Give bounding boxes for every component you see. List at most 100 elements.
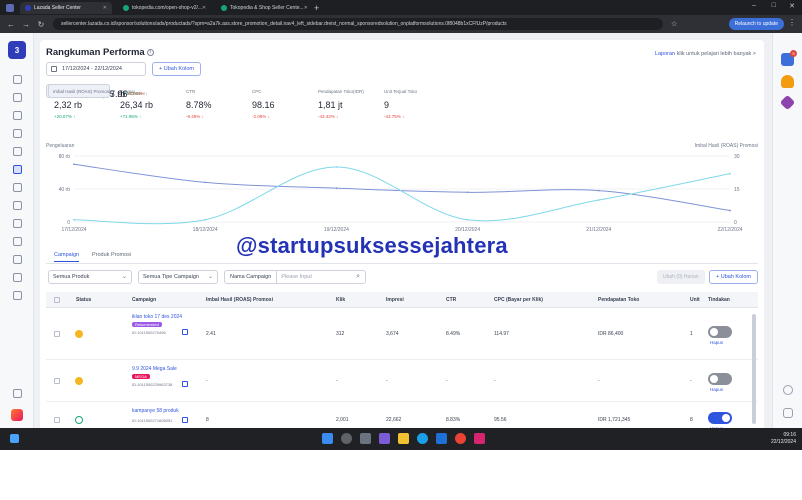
col-ctr[interactable]: CTR: [446, 297, 456, 303]
analytics-icon[interactable]: [13, 273, 22, 282]
system-clock[interactable]: 09:16 22/12/2024: [771, 432, 796, 446]
campaign-name-link[interactable]: kampanye 58 produk: [132, 408, 179, 414]
search-input[interactable]: Please Input: [277, 274, 312, 280]
table-row[interactable]: 9.9 2024 Mega Sale MEGA ID:101150022596373…: [46, 360, 758, 402]
search-field-select[interactable]: Nama Campaign: [225, 271, 278, 283]
metric-tile[interactable]: Imbal Hasil (ROAS) Promosi 7.96 -63.64% ↓: [48, 84, 148, 99]
tab-campaign[interactable]: Campaign: [54, 252, 80, 262]
window-menu-icon[interactable]: [6, 3, 14, 12]
chrome-icon[interactable]: [455, 433, 466, 444]
back-icon[interactable]: ←: [7, 20, 15, 29]
account-icon[interactable]: [13, 291, 22, 300]
col-impresi[interactable]: Impresi: [386, 297, 404, 303]
col-pendapatan[interactable]: Pendapatan Toko: [598, 297, 639, 303]
copy-icon[interactable]: [182, 417, 188, 423]
campaign-toggle[interactable]: [708, 373, 732, 385]
reload-icon[interactable]: ↻: [37, 20, 45, 29]
metric-tile[interactable]: CTR 8.78% -9.49% ↓: [182, 84, 244, 128]
tab-produk-promosi[interactable]: Produk Promosi: [92, 252, 131, 258]
report-link-label[interactable]: Laporan: [655, 51, 675, 57]
hapus-link[interactable]: Hapus: [710, 387, 723, 392]
ubah-harian-button[interactable]: Ubah (0) Harian: [657, 270, 705, 284]
campaign-toggle[interactable]: [708, 412, 732, 424]
lazada-app-icon[interactable]: [11, 409, 23, 421]
widgets-icon[interactable]: [10, 434, 19, 443]
bookmark-star-icon[interactable]: ☆: [671, 20, 677, 28]
campaign-name-link[interactable]: 9.9 2024 Mega Sale: [132, 366, 177, 372]
select-all-checkbox[interactable]: [54, 297, 60, 303]
search-taskbar-icon[interactable]: [341, 433, 352, 444]
copy-icon[interactable]: [182, 329, 188, 335]
row-checkbox[interactable]: [54, 331, 60, 337]
lazada-logo[interactable]: 3: [8, 41, 26, 59]
notification-bell-icon[interactable]: [781, 75, 794, 88]
table-row[interactable]: kampanye 58 produk ID:1011500271608051 8 2,…: [46, 402, 758, 430]
close-tab-icon[interactable]: ✕: [103, 5, 107, 11]
sponsored-solutions-icon[interactable]: [13, 165, 22, 174]
minimize-button[interactable]: –: [752, 2, 756, 9]
table-row[interactable]: iklan toko 17 des 2024 Rekomended ID:10115…: [46, 308, 758, 360]
collapse-sidebar-icon[interactable]: [13, 389, 22, 398]
col-roas[interactable]: Imbal Hasil (ROAS) Promosi: [206, 297, 273, 303]
hapus-link[interactable]: Hapus: [710, 340, 723, 345]
copy-icon[interactable]: [182, 381, 188, 387]
col-campaign[interactable]: Campaign: [132, 297, 156, 303]
orders-icon[interactable]: [13, 93, 22, 102]
marketing-icon[interactable]: [13, 147, 22, 156]
teams-icon[interactable]: [379, 433, 390, 444]
instagram-icon[interactable]: [474, 433, 485, 444]
messages-icon[interactable]: 9: [781, 50, 797, 66]
ubah-kolom-table-button[interactable]: + Ubah Kolom: [709, 270, 758, 284]
ubah-kolom-summary-button[interactable]: + Ubah Kolom: [152, 62, 202, 76]
search-icon[interactable]: ⌕: [356, 273, 360, 281]
store-icon[interactable]: [13, 129, 22, 138]
close-tab-icon[interactable]: ✕: [304, 5, 308, 11]
tab-tokopedia-seller-center[interactable]: Tokopedia & Shop Seller Cente... ✕: [216, 2, 308, 14]
help-icon[interactable]: [783, 385, 793, 395]
task-view-icon[interactable]: [360, 433, 371, 444]
metric-change: -2.09% ↓: [252, 114, 270, 119]
close-window-button[interactable]: ✕: [789, 2, 795, 10]
maximize-button[interactable]: □: [772, 2, 776, 9]
produk-select[interactable]: Semua Produk ⌄: [48, 270, 132, 284]
premium-icon[interactable]: [779, 94, 796, 111]
clock-date: 22/12/2024: [770, 439, 796, 445]
info-icon[interactable]: i: [146, 48, 154, 56]
url-field[interactable]: sellercenter.lazada.co.id/sponsor/soluti…: [53, 18, 663, 30]
col-cpc[interactable]: CPC (Bayar per Klik): [494, 297, 543, 303]
new-tab-button[interactable]: +: [314, 3, 319, 13]
edge-icon[interactable]: [417, 433, 428, 444]
row-checkbox[interactable]: [54, 417, 60, 423]
col-unit[interactable]: Unit: [690, 297, 700, 303]
metric-tile[interactable]: CPC 98.16 -2.09% ↓: [248, 84, 310, 128]
row-checkbox[interactable]: [54, 378, 60, 384]
tab-lazada-seller-center[interactable]: Lazada Seller Center ✕: [20, 1, 112, 14]
products-icon[interactable]: [13, 111, 22, 120]
campaign-name-link[interactable]: iklan toko 17 des 2024: [132, 314, 182, 320]
tab-tokopedia-open-shop[interactable]: tokopedia.com/open-shop-v2/... ✕: [118, 2, 210, 14]
table-scrollbar[interactable]: [752, 314, 756, 424]
cell-ctr: 8.49%: [446, 331, 461, 337]
date-range-picker[interactable]: 17/12/2024 - 22/12/2024: [46, 62, 146, 76]
close-tab-icon[interactable]: ✕: [202, 5, 206, 11]
campaign-toggle[interactable]: [708, 326, 732, 338]
col-klik[interactable]: Klik: [336, 297, 345, 303]
home-icon[interactable]: [13, 75, 22, 84]
browser-menu-icon[interactable]: ⋮: [788, 18, 796, 27]
chat-icon[interactable]: [13, 201, 22, 210]
report-link[interactable]: Laporan klik untuk pelajari lebih banyak…: [655, 51, 756, 57]
forward-icon[interactable]: →: [22, 20, 30, 29]
col-status[interactable]: Status: [76, 297, 91, 303]
finance-icon[interactable]: [13, 183, 22, 192]
academy-icon[interactable]: [13, 237, 22, 246]
metric-tile[interactable]: Unit Terjual Toko 9 -43.75% ↓: [380, 84, 442, 128]
growth-icon[interactable]: [13, 219, 22, 228]
metric-tile[interactable]: Pendapatan Toko(IDR) 1,81 jt -43.42% ↓: [314, 84, 376, 128]
engagement-icon[interactable]: [13, 255, 22, 264]
relaunch-to-update-button[interactable]: Relaunch to update: [728, 18, 784, 30]
start-icon[interactable]: [322, 433, 333, 444]
store-app-icon[interactable]: [436, 433, 447, 444]
tipe-campaign-select[interactable]: Semua Tipe Campaign ⌄: [138, 270, 218, 284]
feedback-icon[interactable]: [783, 408, 793, 418]
file-explorer-icon[interactable]: [398, 433, 409, 444]
